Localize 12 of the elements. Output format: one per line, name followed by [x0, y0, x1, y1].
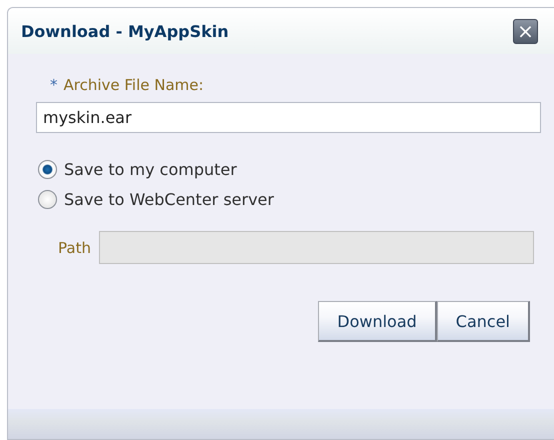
radio-label: Save to my computer [64, 160, 237, 179]
field-label: Archive File Name: [64, 76, 204, 94]
field-label: Path [58, 238, 91, 256]
download-button[interactable]: Download [318, 301, 437, 342]
dialog-title: Download - MyAppSkin [21, 22, 229, 40]
radio-button[interactable] [38, 190, 57, 209]
cancel-button[interactable]: Cancel [436, 301, 530, 342]
close-button[interactable]: × [513, 18, 538, 44]
radio-button[interactable] [38, 160, 57, 179]
radio-label: Save to WebCenter server [64, 190, 274, 209]
input-field[interactable]: myskin.ear [36, 102, 541, 133]
required-mark: * [50, 76, 58, 94]
